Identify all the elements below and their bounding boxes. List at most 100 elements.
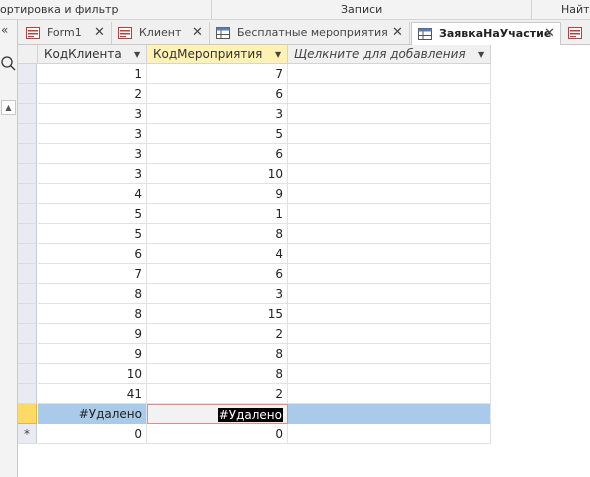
scroll-up-icon[interactable]: ▲ — [1, 100, 16, 115]
dropdown-arrow-icon[interactable]: ▼ — [275, 45, 281, 64]
table-row-current[interactable]: #Удалено #Удалено — [18, 404, 491, 424]
table-row[interactable]: 33 — [18, 104, 491, 124]
record-selector[interactable] — [18, 344, 37, 364]
cell-kod-klienta[interactable]: 5 — [38, 204, 147, 224]
record-selector[interactable] — [18, 164, 37, 184]
table-row[interactable]: 35 — [18, 124, 491, 144]
cell-empty[interactable] — [288, 404, 491, 424]
table-row-new[interactable]: * 0 0 — [18, 424, 491, 444]
chevrons-left-icon[interactable]: « — [1, 23, 8, 37]
cell-kod-meropriyatiya[interactable]: 8 — [147, 344, 288, 364]
cell-kod-meropriyatiya[interactable]: #Удалено — [147, 404, 288, 424]
column-header-kod-meropriyatiya[interactable]: КодМероприятия ▼ — [147, 45, 288, 64]
cell-kod-klienta[interactable]: 9 — [38, 324, 147, 344]
cell-kod-meropriyatiya[interactable]: 2 — [147, 324, 288, 344]
record-selector[interactable] — [18, 304, 37, 324]
cell-empty[interactable] — [288, 84, 491, 104]
close-icon[interactable]: ✕ — [544, 23, 555, 45]
tab-zayavka-na-uchastie[interactable]: ЗаявкаНаУчастие ✕ — [411, 22, 561, 45]
table-row[interactable]: 41 2 — [18, 384, 491, 404]
cell-empty[interactable] — [288, 144, 491, 164]
column-header-kod-klienta[interactable]: КодКлиента ▼ — [38, 45, 147, 64]
cell-empty[interactable] — [288, 184, 491, 204]
cell-kod-meropriyatiya[interactable]: 4 — [147, 244, 288, 264]
cell-empty[interactable] — [288, 284, 491, 304]
record-selector[interactable] — [18, 124, 37, 144]
cell-kod-meropriyatiya[interactable]: 10 — [147, 164, 288, 184]
cell-kod-klienta[interactable]: 3 — [38, 144, 147, 164]
cell-kod-klienta[interactable]: 41 — [38, 384, 147, 404]
cell-empty[interactable] — [288, 424, 491, 444]
record-selector[interactable] — [18, 64, 37, 84]
cell-kod-klienta[interactable]: 3 — [38, 124, 147, 144]
cell-kod-meropriyatiya[interactable]: 7 — [147, 64, 288, 84]
new-record-icon[interactable]: * — [18, 424, 37, 444]
cell-kod-meropriyatiya[interactable]: 2 — [147, 384, 288, 404]
record-selector[interactable] — [18, 324, 37, 344]
cell-empty[interactable] — [288, 264, 491, 284]
table-row[interactable]: 92 — [18, 324, 491, 344]
record-selector[interactable] — [18, 144, 37, 164]
tab-overflow[interactable] — [562, 22, 590, 44]
table-row[interactable]: 3 10 — [18, 164, 491, 184]
cell-kod-meropriyatiya[interactable]: 6 — [147, 84, 288, 104]
table-row[interactable]: 36 — [18, 144, 491, 164]
cell-kod-klienta[interactable]: 9 — [38, 344, 147, 364]
table-row[interactable]: 64 — [18, 244, 491, 264]
cell-kod-meropriyatiya[interactable]: 3 — [147, 284, 288, 304]
cell-kod-meropriyatiya[interactable]: 1 — [147, 204, 288, 224]
select-all-corner[interactable] — [18, 45, 38, 64]
cell-kod-klienta[interactable]: 7 — [38, 264, 147, 284]
table-row[interactable]: 26 — [18, 84, 491, 104]
cell-empty[interactable] — [288, 64, 491, 84]
table-row[interactable]: 10 8 — [18, 364, 491, 384]
cell-kod-klienta[interactable]: 1 — [38, 64, 147, 84]
cell-empty[interactable] — [288, 124, 491, 144]
table-row[interactable]: 51 — [18, 204, 491, 224]
cell-kod-klienta[interactable]: 2 — [38, 84, 147, 104]
cell-kod-meropriyatiya[interactable]: 15 — [147, 304, 288, 324]
cell-empty[interactable] — [288, 344, 491, 364]
magnifier-icon[interactable] — [0, 55, 16, 71]
close-icon[interactable]: ✕ — [392, 22, 403, 44]
table-row[interactable]: 58 — [18, 224, 491, 244]
cell-kod-meropriyatiya[interactable]: 6 — [147, 144, 288, 164]
record-selector[interactable] — [18, 184, 37, 204]
dropdown-arrow-icon[interactable]: ▼ — [478, 45, 484, 64]
cell-kod-klienta[interactable]: #Удалено — [38, 404, 147, 424]
record-selector[interactable] — [18, 224, 37, 244]
table-row[interactable]: 83 — [18, 284, 491, 304]
cell-kod-klienta[interactable]: 5 — [38, 224, 147, 244]
cell-kod-klienta[interactable]: 3 — [38, 104, 147, 124]
cell-kod-klienta[interactable]: 8 — [38, 284, 147, 304]
cell-empty[interactable] — [288, 244, 491, 264]
table-row[interactable]: 8 15 — [18, 304, 491, 324]
cell-kod-klienta[interactable]: 4 — [38, 184, 147, 204]
cell-kod-klienta[interactable]: 3 — [38, 164, 147, 184]
cell-empty[interactable] — [288, 304, 491, 324]
close-icon[interactable]: ✕ — [192, 22, 203, 44]
record-selector[interactable] — [18, 244, 37, 264]
record-selector[interactable] — [18, 84, 37, 104]
cell-kod-meropriyatiya[interactable]: 0 — [147, 424, 288, 444]
cell-kod-klienta[interactable]: 0 — [38, 424, 147, 444]
dropdown-arrow-icon[interactable]: ▼ — [134, 45, 140, 64]
tab-free-events[interactable]: Бесплатные мероприятия ✕ — [210, 22, 410, 44]
cell-empty[interactable] — [288, 104, 491, 124]
cell-kod-meropriyatiya[interactable]: 3 — [147, 104, 288, 124]
record-selector[interactable] — [18, 104, 37, 124]
cell-kod-klienta[interactable]: 10 — [38, 364, 147, 384]
column-header-add-field[interactable]: Щелкните для добавления ▼ — [288, 45, 491, 64]
cell-kod-meropriyatiya[interactable]: 8 — [147, 224, 288, 244]
table-row[interactable]: 76 — [18, 264, 491, 284]
table-row[interactable]: 17 — [18, 64, 491, 84]
record-selector[interactable] — [18, 404, 37, 424]
cell-empty[interactable] — [288, 164, 491, 184]
cell-empty[interactable] — [288, 364, 491, 384]
record-selector[interactable] — [18, 284, 37, 304]
record-selector[interactable] — [18, 384, 37, 404]
close-icon[interactable]: ✕ — [94, 22, 105, 44]
table-row[interactable]: 49 — [18, 184, 491, 204]
record-selector[interactable] — [18, 364, 37, 384]
cell-kod-meropriyatiya[interactable]: 6 — [147, 264, 288, 284]
